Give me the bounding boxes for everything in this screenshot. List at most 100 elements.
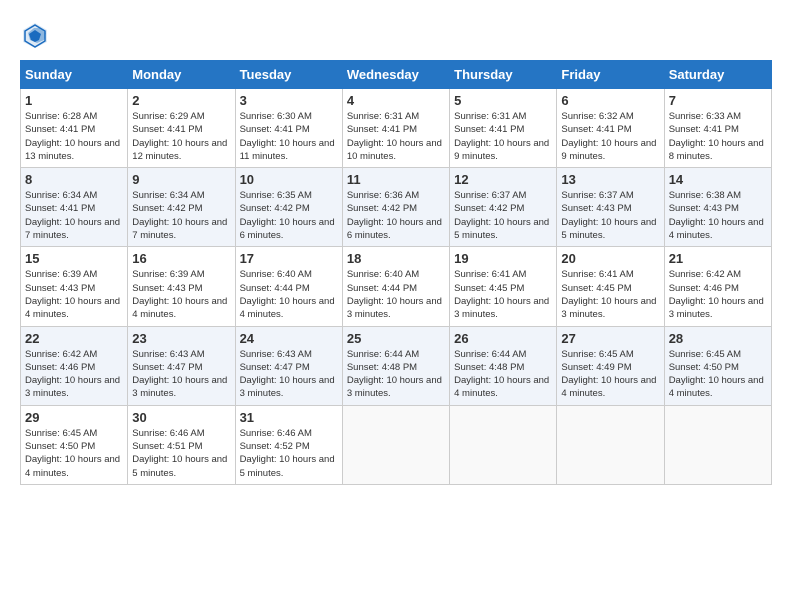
calendar-cell: 16 Sunrise: 6:39 AM Sunset: 4:43 PM Dayl… <box>128 247 235 326</box>
calendar-cell: 24 Sunrise: 6:43 AM Sunset: 4:47 PM Dayl… <box>235 326 342 405</box>
day-number: 3 <box>240 93 338 108</box>
calendar-header-row: SundayMondayTuesdayWednesdayThursdayFrid… <box>21 61 772 89</box>
calendar-cell <box>342 405 449 484</box>
day-info: Sunrise: 6:41 AM Sunset: 4:45 PM Dayligh… <box>561 268 659 321</box>
calendar-cell: 21 Sunrise: 6:42 AM Sunset: 4:46 PM Dayl… <box>664 247 771 326</box>
calendar-cell: 13 Sunrise: 6:37 AM Sunset: 4:43 PM Dayl… <box>557 168 664 247</box>
day-number: 16 <box>132 251 230 266</box>
day-number: 14 <box>669 172 767 187</box>
calendar-cell: 19 Sunrise: 6:41 AM Sunset: 4:45 PM Dayl… <box>450 247 557 326</box>
day-number: 25 <box>347 331 445 346</box>
calendar-day-header: Wednesday <box>342 61 449 89</box>
calendar-cell: 11 Sunrise: 6:36 AM Sunset: 4:42 PM Dayl… <box>342 168 449 247</box>
day-info: Sunrise: 6:42 AM Sunset: 4:46 PM Dayligh… <box>25 348 123 401</box>
calendar-cell: 22 Sunrise: 6:42 AM Sunset: 4:46 PM Dayl… <box>21 326 128 405</box>
calendar-cell: 20 Sunrise: 6:41 AM Sunset: 4:45 PM Dayl… <box>557 247 664 326</box>
day-info: Sunrise: 6:44 AM Sunset: 4:48 PM Dayligh… <box>347 348 445 401</box>
day-number: 11 <box>347 172 445 187</box>
calendar-cell: 4 Sunrise: 6:31 AM Sunset: 4:41 PM Dayli… <box>342 89 449 168</box>
day-number: 24 <box>240 331 338 346</box>
day-info: Sunrise: 6:42 AM Sunset: 4:46 PM Dayligh… <box>669 268 767 321</box>
calendar-cell: 25 Sunrise: 6:44 AM Sunset: 4:48 PM Dayl… <box>342 326 449 405</box>
calendar-week-row: 15 Sunrise: 6:39 AM Sunset: 4:43 PM Dayl… <box>21 247 772 326</box>
calendar-week-row: 8 Sunrise: 6:34 AM Sunset: 4:41 PM Dayli… <box>21 168 772 247</box>
day-number: 8 <box>25 172 123 187</box>
day-info: Sunrise: 6:37 AM Sunset: 4:43 PM Dayligh… <box>561 189 659 242</box>
day-number: 15 <box>25 251 123 266</box>
calendar-cell: 12 Sunrise: 6:37 AM Sunset: 4:42 PM Dayl… <box>450 168 557 247</box>
calendar-cell: 27 Sunrise: 6:45 AM Sunset: 4:49 PM Dayl… <box>557 326 664 405</box>
page-header <box>20 20 772 50</box>
day-number: 6 <box>561 93 659 108</box>
day-info: Sunrise: 6:46 AM Sunset: 4:51 PM Dayligh… <box>132 427 230 480</box>
calendar-cell: 7 Sunrise: 6:33 AM Sunset: 4:41 PM Dayli… <box>664 89 771 168</box>
day-info: Sunrise: 6:45 AM Sunset: 4:50 PM Dayligh… <box>669 348 767 401</box>
day-number: 20 <box>561 251 659 266</box>
calendar-cell: 9 Sunrise: 6:34 AM Sunset: 4:42 PM Dayli… <box>128 168 235 247</box>
day-info: Sunrise: 6:40 AM Sunset: 4:44 PM Dayligh… <box>240 268 338 321</box>
calendar-cell: 8 Sunrise: 6:34 AM Sunset: 4:41 PM Dayli… <box>21 168 128 247</box>
day-number: 23 <box>132 331 230 346</box>
day-number: 21 <box>669 251 767 266</box>
day-number: 27 <box>561 331 659 346</box>
calendar-cell: 29 Sunrise: 6:45 AM Sunset: 4:50 PM Dayl… <box>21 405 128 484</box>
day-info: Sunrise: 6:35 AM Sunset: 4:42 PM Dayligh… <box>240 189 338 242</box>
day-info: Sunrise: 6:34 AM Sunset: 4:41 PM Dayligh… <box>25 189 123 242</box>
day-info: Sunrise: 6:45 AM Sunset: 4:50 PM Dayligh… <box>25 427 123 480</box>
logo-icon <box>20 20 50 50</box>
day-number: 28 <box>669 331 767 346</box>
day-info: Sunrise: 6:31 AM Sunset: 4:41 PM Dayligh… <box>347 110 445 163</box>
calendar-week-row: 29 Sunrise: 6:45 AM Sunset: 4:50 PM Dayl… <box>21 405 772 484</box>
calendar-week-row: 22 Sunrise: 6:42 AM Sunset: 4:46 PM Dayl… <box>21 326 772 405</box>
day-number: 9 <box>132 172 230 187</box>
day-number: 26 <box>454 331 552 346</box>
calendar-cell: 26 Sunrise: 6:44 AM Sunset: 4:48 PM Dayl… <box>450 326 557 405</box>
day-number: 31 <box>240 410 338 425</box>
calendar-cell: 31 Sunrise: 6:46 AM Sunset: 4:52 PM Dayl… <box>235 405 342 484</box>
calendar-cell: 5 Sunrise: 6:31 AM Sunset: 4:41 PM Dayli… <box>450 89 557 168</box>
calendar-cell <box>664 405 771 484</box>
calendar-day-header: Monday <box>128 61 235 89</box>
calendar-table: SundayMondayTuesdayWednesdayThursdayFrid… <box>20 60 772 485</box>
day-info: Sunrise: 6:28 AM Sunset: 4:41 PM Dayligh… <box>25 110 123 163</box>
calendar-cell: 6 Sunrise: 6:32 AM Sunset: 4:41 PM Dayli… <box>557 89 664 168</box>
calendar-day-header: Saturday <box>664 61 771 89</box>
calendar-cell: 30 Sunrise: 6:46 AM Sunset: 4:51 PM Dayl… <box>128 405 235 484</box>
calendar-day-header: Friday <box>557 61 664 89</box>
calendar-cell: 28 Sunrise: 6:45 AM Sunset: 4:50 PM Dayl… <box>664 326 771 405</box>
day-info: Sunrise: 6:43 AM Sunset: 4:47 PM Dayligh… <box>240 348 338 401</box>
calendar-cell <box>450 405 557 484</box>
day-number: 29 <box>25 410 123 425</box>
calendar-day-header: Thursday <box>450 61 557 89</box>
calendar-week-row: 1 Sunrise: 6:28 AM Sunset: 4:41 PM Dayli… <box>21 89 772 168</box>
calendar-cell: 2 Sunrise: 6:29 AM Sunset: 4:41 PM Dayli… <box>128 89 235 168</box>
day-number: 2 <box>132 93 230 108</box>
calendar-cell: 18 Sunrise: 6:40 AM Sunset: 4:44 PM Dayl… <box>342 247 449 326</box>
day-info: Sunrise: 6:33 AM Sunset: 4:41 PM Dayligh… <box>669 110 767 163</box>
day-info: Sunrise: 6:45 AM Sunset: 4:49 PM Dayligh… <box>561 348 659 401</box>
calendar-day-header: Tuesday <box>235 61 342 89</box>
day-info: Sunrise: 6:30 AM Sunset: 4:41 PM Dayligh… <box>240 110 338 163</box>
day-info: Sunrise: 6:31 AM Sunset: 4:41 PM Dayligh… <box>454 110 552 163</box>
day-number: 30 <box>132 410 230 425</box>
day-number: 13 <box>561 172 659 187</box>
day-info: Sunrise: 6:32 AM Sunset: 4:41 PM Dayligh… <box>561 110 659 163</box>
logo[interactable] <box>20 20 54 50</box>
day-info: Sunrise: 6:43 AM Sunset: 4:47 PM Dayligh… <box>132 348 230 401</box>
day-info: Sunrise: 6:34 AM Sunset: 4:42 PM Dayligh… <box>132 189 230 242</box>
day-info: Sunrise: 6:41 AM Sunset: 4:45 PM Dayligh… <box>454 268 552 321</box>
day-info: Sunrise: 6:46 AM Sunset: 4:52 PM Dayligh… <box>240 427 338 480</box>
day-number: 17 <box>240 251 338 266</box>
day-number: 5 <box>454 93 552 108</box>
calendar-cell: 3 Sunrise: 6:30 AM Sunset: 4:41 PM Dayli… <box>235 89 342 168</box>
day-number: 18 <box>347 251 445 266</box>
calendar-cell: 17 Sunrise: 6:40 AM Sunset: 4:44 PM Dayl… <box>235 247 342 326</box>
calendar-cell: 14 Sunrise: 6:38 AM Sunset: 4:43 PM Dayl… <box>664 168 771 247</box>
calendar-cell: 1 Sunrise: 6:28 AM Sunset: 4:41 PM Dayli… <box>21 89 128 168</box>
day-number: 12 <box>454 172 552 187</box>
calendar-day-header: Sunday <box>21 61 128 89</box>
calendar-cell <box>557 405 664 484</box>
calendar-cell: 10 Sunrise: 6:35 AM Sunset: 4:42 PM Dayl… <box>235 168 342 247</box>
calendar-cell: 23 Sunrise: 6:43 AM Sunset: 4:47 PM Dayl… <box>128 326 235 405</box>
day-number: 4 <box>347 93 445 108</box>
